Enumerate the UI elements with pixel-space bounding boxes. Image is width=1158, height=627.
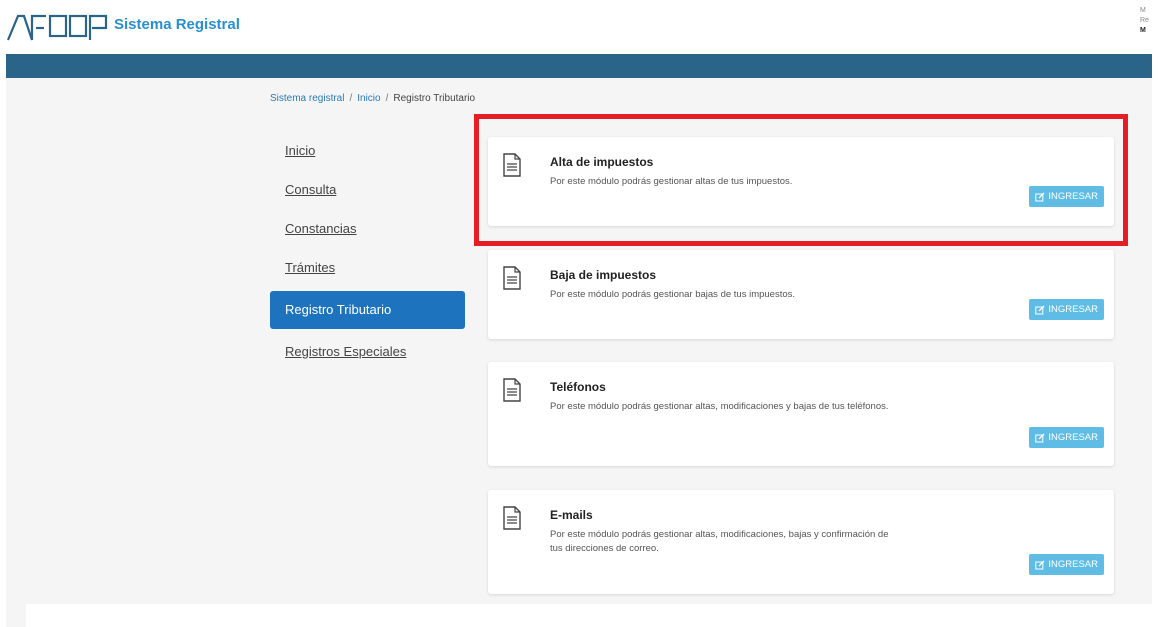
sidebar-nav: Inicio Consulta Constancias Trámites Reg… [270, 135, 465, 375]
card-description: Por este módulo podrás gestionar altas, … [550, 529, 889, 554]
footer-strip [26, 604, 1152, 627]
card-telefonos: Teléfonos Por este módulo podrás gestion… [488, 362, 1114, 466]
top-nav-bar [6, 54, 1152, 78]
card-baja-impuestos: Baja de impuestos Por este módulo podrás… [488, 250, 1114, 339]
breadcrumb-separator: / [385, 93, 389, 104]
document-icon [503, 378, 521, 402]
card-alta-impuestos: Alta de impuestos Por este módulo podrás… [488, 137, 1114, 226]
edit-icon [1035, 560, 1045, 569]
card-description: Por este módulo podrás gestionar altas d… [550, 176, 793, 187]
afip-logo[interactable] [6, 10, 108, 44]
breadcrumb-current: Registro Tributario [393, 93, 476, 104]
user-line-2: Re [1140, 17, 1149, 24]
ingresar-label: INGRESAR [1048, 432, 1098, 443]
breadcrumb-inicio[interactable]: Inicio [357, 93, 380, 104]
breadcrumb: Sistema registral / Inicio / Registro Tribut… [270, 93, 475, 104]
card-title: Alta de impuestos [550, 155, 654, 169]
card-emails: E-mails Por este módulo podrás gestionar… [488, 490, 1114, 594]
sidebar-item-registro-tributario[interactable]: Registro Tributario [270, 291, 465, 329]
ingresar-button[interactable]: INGRESAR [1029, 427, 1104, 448]
edit-icon [1035, 433, 1045, 442]
ingresar-button[interactable]: INGRESAR [1029, 299, 1104, 320]
document-icon [503, 506, 521, 530]
ingresar-button[interactable]: INGRESAR [1029, 554, 1104, 575]
card-title: Teléfonos [550, 380, 606, 394]
user-info[interactable]: M Re M [1140, 6, 1158, 36]
ingresar-label: INGRESAR [1048, 559, 1098, 570]
ingresar-label: INGRESAR [1048, 191, 1098, 202]
sidebar-item-registros-especiales[interactable]: Registros Especiales [270, 336, 465, 368]
header: Sistema Registral M Re M [0, 0, 1158, 54]
edit-icon [1035, 305, 1045, 314]
card-description: Por este módulo podrás gestionar bajas d… [550, 289, 796, 300]
sidebar-item-inicio[interactable]: Inicio [270, 135, 465, 167]
ingresar-button[interactable]: INGRESAR [1029, 186, 1104, 207]
breadcrumb-sistema-registral[interactable]: Sistema registral [270, 93, 344, 104]
sidebar-item-consulta[interactable]: Consulta [270, 174, 465, 206]
breadcrumb-separator: / [349, 93, 353, 104]
card-description: Por este módulo podrás gestionar altas, … [550, 401, 889, 412]
document-icon [503, 266, 521, 290]
sidebar-item-constancias[interactable]: Constancias [270, 213, 465, 245]
app-title[interactable]: Sistema Registral [114, 16, 240, 33]
user-line-1: M [1140, 7, 1146, 14]
user-name: M [1140, 27, 1146, 34]
edit-icon [1035, 192, 1045, 201]
sidebar-item-tramites[interactable]: Trámites [270, 252, 465, 284]
card-title: Baja de impuestos [550, 268, 657, 282]
ingresar-label: INGRESAR [1048, 304, 1098, 315]
card-title: E-mails [550, 508, 593, 522]
document-icon [503, 153, 521, 177]
